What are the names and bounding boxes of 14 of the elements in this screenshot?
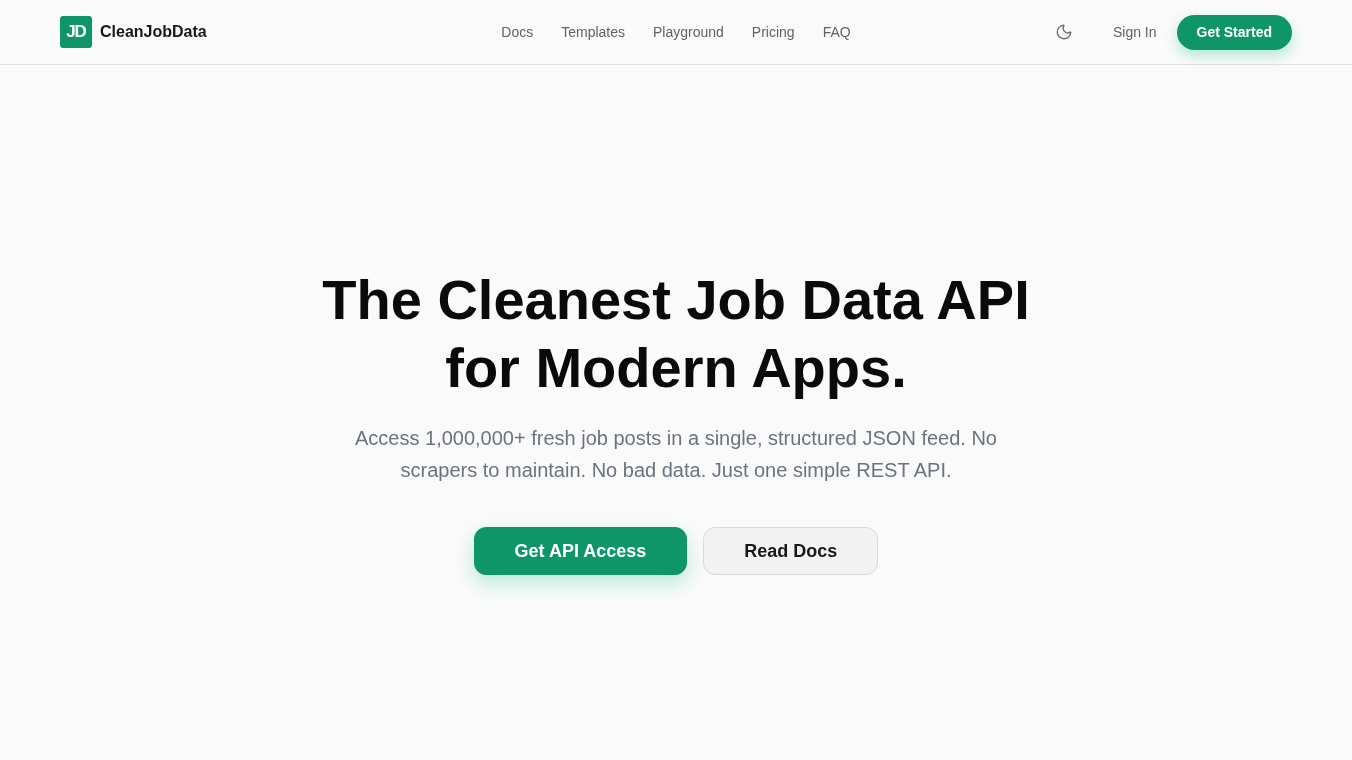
theme-toggle-moon-icon[interactable] [1054,23,1073,41]
sign-in-link[interactable]: Sign In [1112,21,1157,43]
nav-link[interactable]: Playground [653,21,724,43]
get-started-button[interactable]: Get Started [1176,14,1292,50]
get-access-button[interactable]: Get API Access [473,527,688,575]
nav-link[interactable]: Pricing [751,21,795,43]
hero-subtitle: Access 1,000,000+ fresh job posts in a single, structured JSON feed. No scrapers to maintain. No bad data. Just one simple REST API. [354,426,998,483]
logo-mark[interactable]: JD [60,16,92,48]
nav-link[interactable]: FAQ [822,21,851,43]
hero-title: The Cleanest Job Data API for Modern Apps. [321,267,1031,401]
read-docs-button[interactable]: Read Docs [703,527,879,575]
brand-name[interactable]: CleanJobData [100,20,207,44]
nav-link[interactable]: Templates [561,21,626,43]
nav-link[interactable]: Docs [501,21,534,43]
